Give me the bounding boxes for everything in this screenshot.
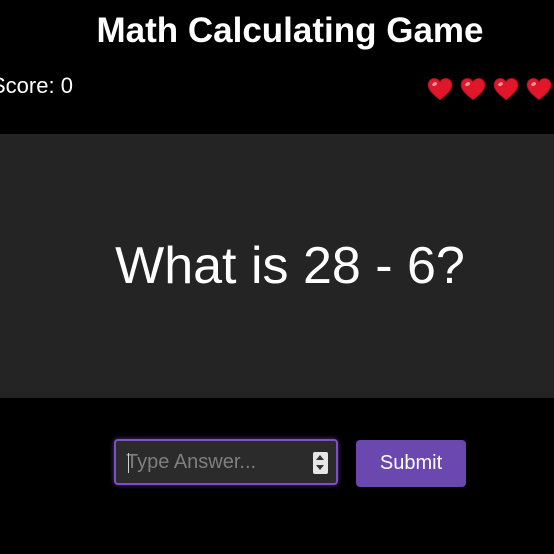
spin-down-icon[interactable] [316, 465, 324, 470]
question-text: What is 28 - 6? [115, 237, 465, 295]
answer-input[interactable] [126, 441, 306, 483]
heart-icon [526, 77, 552, 101]
heart-icon [460, 77, 486, 101]
game-title: Math Calculating Game [96, 11, 484, 50]
spin-up-icon[interactable] [316, 455, 324, 460]
heart-icon [427, 77, 453, 101]
submit-button[interactable]: Submit [356, 440, 466, 487]
number-spinner[interactable] [313, 452, 328, 474]
game-screen: Math Calculating Game Score: 0 What is 2… [0, 0, 554, 554]
lives-display [427, 77, 552, 103]
heart-icon [493, 77, 519, 101]
question-panel: What is 28 - 6? [0, 134, 554, 398]
score-display: Score: 0 [0, 73, 73, 98]
answer-field[interactable] [114, 439, 338, 485]
text-caret [128, 453, 129, 473]
